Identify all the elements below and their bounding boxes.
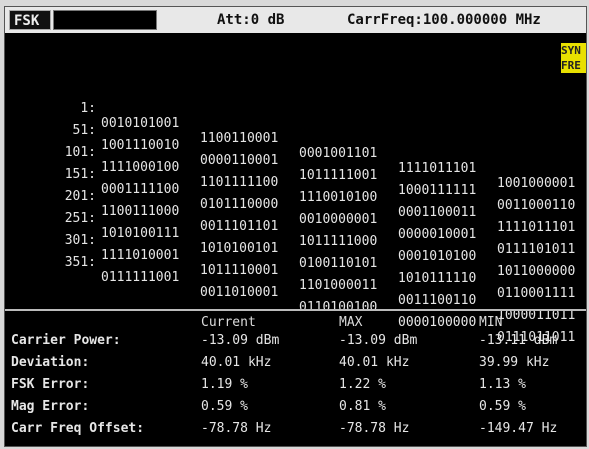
bit-group: 0011100110 [398,293,477,308]
measurement-row-fsk-error: FSK Error: 1.19 % 1.22 % 1.13 % [5,377,586,395]
carrier-frequency-readout: CarrFreq:100.000000 MHz [347,12,541,28]
max-value: 40.01 kHz [339,355,410,370]
mode-label: FSK [9,10,51,30]
min-value: -13.11 dBm [479,333,558,348]
current-value: -78.78 Hz [201,421,272,436]
measurement-label: Carrier Power: [11,333,121,348]
attenuation-readout: Att:0 dB [217,12,285,28]
bit-row: 51: 1001110010 0000110001 1011111001 100… [5,108,586,213]
sync-indicator-line1: SYN [561,44,581,57]
min-value: -149.47 Hz [479,421,558,436]
current-value: 0.59 % [201,399,248,414]
bit-row: 351: 0111111001 0011010001 0110100100 00… [5,240,586,345]
measurement-label: Carr Freq Offset: [11,421,145,436]
bit-group: 0011010001 [200,285,279,300]
current-value: 1.19 % [201,377,248,392]
current-value: 40.01 kHz [201,355,272,370]
max-value: -78.78 Hz [339,421,410,436]
status-bar: FSK Att:0 dB CarrFreq:100.000000 MHz [5,7,586,33]
min-value: 39.99 kHz [479,355,550,370]
mode-field [53,10,157,30]
min-value: 0.59 % [479,399,526,414]
max-value: -13.09 dBm [339,333,418,348]
bit-row-index: 351: [64,255,96,270]
bit-row: 201: 1100111000 0011101101 1011111000 00… [5,174,586,279]
min-value: 1.13 % [479,377,526,392]
column-header-min: MIN [479,315,503,330]
sync-indicator: SYN FRE [561,43,586,73]
bit-row: 1: 0010101001 1100110001 0001001101 1111… [5,86,586,191]
max-value: 0.81 % [339,399,386,414]
column-header-max: MAX [339,315,363,330]
measurement-row-carr-freq-offset: Carr Freq Offset: -78.78 Hz -78.78 Hz -1… [5,421,586,439]
current-value: -13.09 dBm [201,333,280,348]
measurement-row-deviation: Deviation: 40.01 kHz 40.01 kHz 39.99 kHz [5,355,586,373]
sync-indicator-line2: FRE [561,59,581,72]
bit-group: 1101000011 [299,278,378,293]
bit-row: 151: 0001111100 0101110000 0010000001 00… [5,152,586,257]
measurement-label: FSK Error: [11,377,90,392]
bit-group: 1011000000 [497,264,576,279]
column-header-current: Current [201,315,256,330]
bit-row: 251: 1010100111 1010100101 0100110101 10… [5,196,586,301]
bit-row: 301: 1111010001 1011110001 1101000011 00… [5,218,586,323]
measurement-label: Deviation: [11,355,90,370]
analyzer-screen: FSK Att:0 dB CarrFreq:100.000000 MHz SYN… [4,6,587,447]
measurement-row-mag-error: Mag Error: 0.59 % 0.81 % 0.59 % [5,399,586,417]
bit-group: 0111111001 [101,270,180,285]
bit-row: 101: 1111000100 1101111100 1110010100 00… [5,130,586,235]
bit-group: 1011110001 [200,263,279,278]
measurement-table: Current MAX MIN Carrier Power: -13.09 dB… [5,311,586,446]
bit-group: 0110001111 [497,286,576,301]
measurement-label: Mag Error: [11,399,90,414]
bit-group: 1010111110 [398,271,477,286]
max-value: 1.22 % [339,377,386,392]
measurement-row-carrier-power: Carrier Power: -13.09 dBm -13.09 dBm -13… [5,333,586,351]
